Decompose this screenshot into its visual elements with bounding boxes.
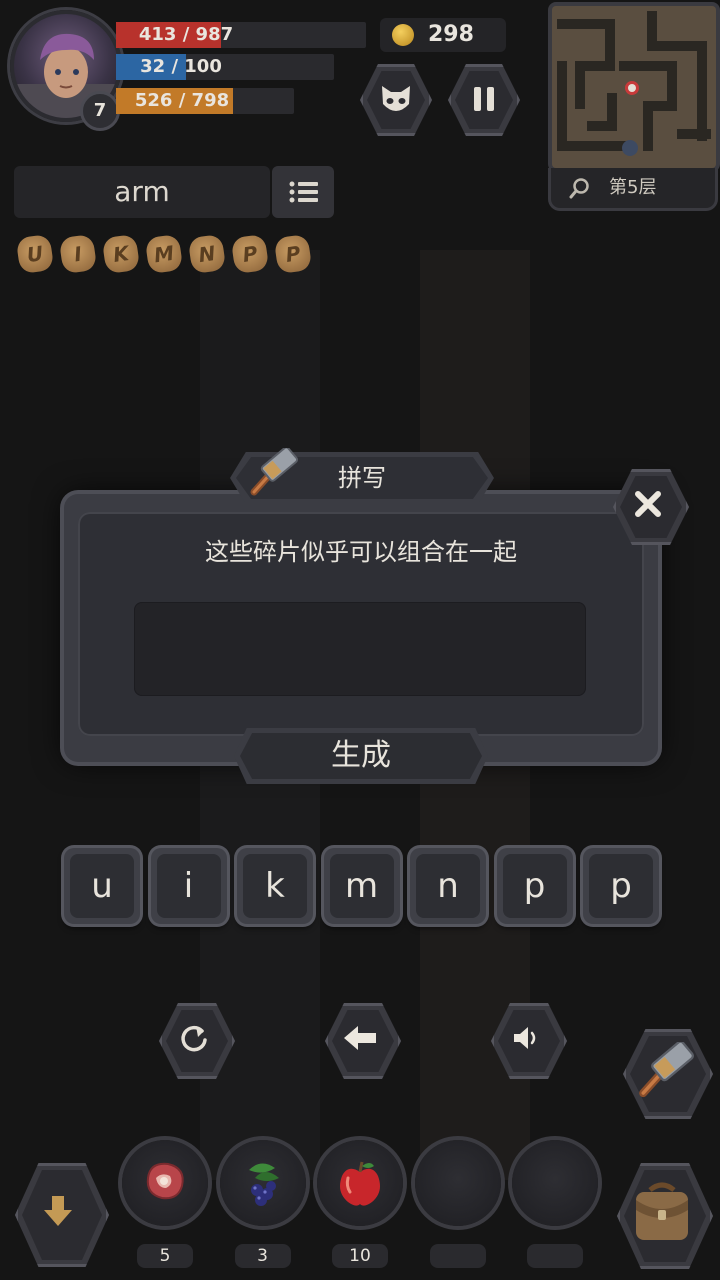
inventory-slot[interactable]: [512, 1140, 598, 1226]
pause-icon: [474, 87, 494, 111]
speaker-icon: [514, 1027, 536, 1049]
letter-tile-label: p: [610, 866, 632, 906]
backpack-icon: [636, 1182, 688, 1240]
letter-tile[interactable]: i: [150, 848, 227, 924]
letter-tile-label: p: [523, 866, 546, 906]
hammer-icon: [250, 448, 298, 496]
level-badge: 7: [80, 91, 120, 131]
backspace-button[interactable]: [322, 1000, 401, 1079]
item-count: 3: [234, 1244, 291, 1268]
reset-button[interactable]: [156, 1000, 235, 1079]
generate-label: 生成: [331, 738, 391, 773]
hammer-icon: [639, 1042, 694, 1098]
hp-bar: 413 / 987: [116, 22, 366, 48]
letter-tile[interactable]: p: [496, 848, 573, 924]
pet-button[interactable]: [360, 64, 432, 136]
floor-label: 第5层: [609, 177, 657, 198]
floor-indicator: 第5层: [548, 168, 718, 211]
current-word: arm: [114, 175, 170, 208]
mp-text: 32 / 100: [140, 56, 222, 77]
descend-button[interactable]: [12, 1160, 109, 1267]
letter-tile[interactable]: m: [323, 848, 400, 924]
creature-face-icon: [382, 86, 410, 111]
generate-button[interactable]: 生成: [234, 728, 488, 784]
magnifier-icon[interactable]: [569, 177, 591, 199]
close-icon: [635, 491, 661, 517]
word-list-button[interactable]: [272, 166, 334, 218]
refresh-icon: [181, 1025, 207, 1052]
minimap[interactable]: [548, 2, 720, 172]
close-button[interactable]: [610, 466, 689, 545]
letter-tile[interactable]: k: [237, 848, 313, 924]
list-icon: [289, 181, 318, 203]
letter-tile-label: k: [265, 866, 285, 906]
xp-text: 526 / 798: [134, 90, 230, 111]
apple-icon: [317, 1156, 403, 1216]
current-word-box: arm: [14, 166, 270, 218]
spell-input-field[interactable]: [134, 602, 586, 696]
meat-icon: [122, 1156, 208, 1210]
letter-tile-label: m: [344, 866, 379, 906]
berries-icon: [220, 1156, 306, 1216]
item-count: [429, 1244, 486, 1268]
inventory-slot[interactable]: [219, 1140, 306, 1226]
item-count: [527, 1244, 583, 1268]
hp-text: 413 / 987: [138, 24, 234, 45]
inventory-slot[interactable]: [317, 1140, 403, 1226]
xp-bar: 526 / 798: [116, 88, 294, 114]
letter-tile-label: i: [183, 866, 194, 906]
arrow-down-icon: [44, 1196, 72, 1226]
letter-tile[interactable]: n: [410, 848, 486, 924]
letter-tile-label: u: [91, 866, 113, 906]
backpack-button[interactable]: [614, 1160, 713, 1269]
letter-tile[interactable]: u: [64, 848, 140, 924]
item-count: 10: [332, 1244, 388, 1268]
letter-tile[interactable]: p: [583, 848, 659, 924]
coin-value: 298: [428, 22, 474, 47]
craft-hammer-button[interactable]: [620, 1026, 713, 1119]
pause-button[interactable]: [448, 64, 520, 136]
letter-tile-label: n: [437, 866, 459, 906]
coin-icon: [392, 24, 414, 46]
coin-counter: 298: [380, 18, 506, 52]
item-count: 5: [137, 1244, 193, 1268]
inventory-slot[interactable]: [414, 1140, 501, 1226]
mp-bar: 32 / 100: [116, 54, 334, 80]
dialog-message: 这些碎片似乎可以组合在一起: [205, 538, 517, 566]
arrow-left-icon: [344, 1026, 376, 1050]
inventory-slot[interactable]: [122, 1140, 208, 1226]
sound-button[interactable]: [488, 1000, 567, 1079]
maze-map-icon: [552, 6, 716, 168]
